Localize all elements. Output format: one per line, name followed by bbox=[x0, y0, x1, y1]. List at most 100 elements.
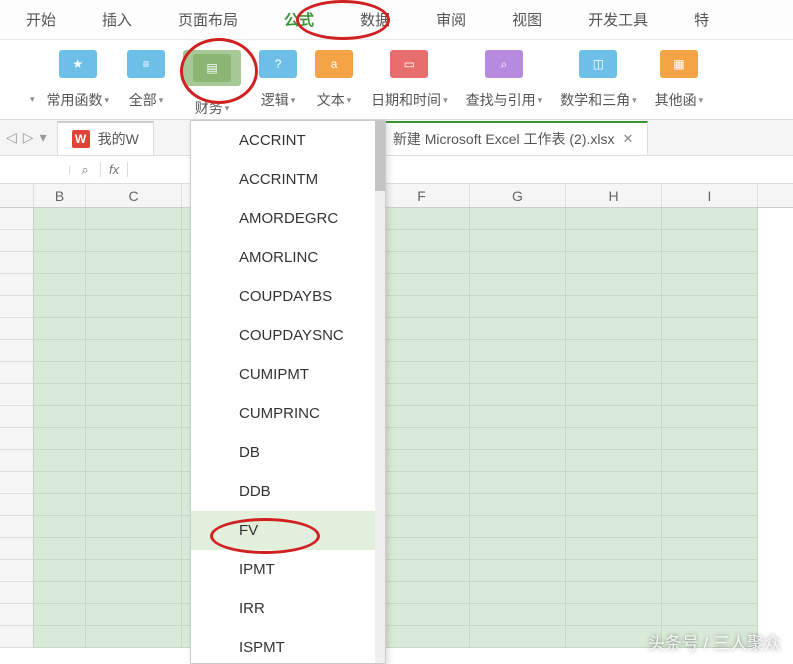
cell[interactable] bbox=[34, 274, 86, 296]
cell[interactable] bbox=[662, 450, 758, 472]
cell[interactable] bbox=[470, 516, 566, 538]
cell[interactable] bbox=[374, 208, 470, 230]
cell[interactable] bbox=[374, 604, 470, 626]
cell[interactable] bbox=[374, 516, 470, 538]
ribbon-group-1[interactable]: ≡全部 ▾ bbox=[127, 50, 165, 118]
menu-item-2[interactable]: 页面布局 bbox=[172, 1, 244, 38]
cell[interactable] bbox=[470, 604, 566, 626]
cell[interactable] bbox=[566, 230, 662, 252]
cell[interactable] bbox=[566, 538, 662, 560]
cell[interactable] bbox=[86, 450, 182, 472]
cell[interactable] bbox=[470, 208, 566, 230]
cell[interactable] bbox=[34, 538, 86, 560]
cell[interactable] bbox=[34, 604, 86, 626]
cell[interactable] bbox=[86, 318, 182, 340]
cell[interactable] bbox=[662, 516, 758, 538]
workbook-tab-1[interactable]: W 我的W bbox=[57, 121, 154, 155]
row-header[interactable] bbox=[0, 208, 34, 230]
cell[interactable] bbox=[86, 384, 182, 406]
cell[interactable] bbox=[566, 252, 662, 274]
select-all-corner[interactable] bbox=[0, 184, 34, 207]
dropdown-item-accrint[interactable]: ACCRINT bbox=[191, 121, 385, 160]
zoom-icon[interactable]: ⌕ bbox=[70, 162, 100, 178]
cell[interactable] bbox=[34, 560, 86, 582]
cell[interactable] bbox=[662, 362, 758, 384]
cell[interactable] bbox=[86, 252, 182, 274]
cell[interactable] bbox=[662, 604, 758, 626]
cell[interactable] bbox=[374, 296, 470, 318]
dropdown-item-ispmt[interactable]: ISPMT bbox=[191, 628, 385, 664]
cell[interactable] bbox=[470, 406, 566, 428]
menu-item-6[interactable]: 视图 bbox=[506, 1, 548, 38]
row-header[interactable] bbox=[0, 406, 34, 428]
column-header-G[interactable]: G bbox=[470, 184, 566, 207]
cell[interactable] bbox=[566, 560, 662, 582]
cell[interactable] bbox=[86, 516, 182, 538]
dropdown-item-cumipmt[interactable]: CUMIPMT bbox=[191, 355, 385, 394]
column-header-C[interactable]: C bbox=[86, 184, 182, 207]
menu-item-1[interactable]: 插入 bbox=[96, 1, 138, 38]
dropdown-item-ddb[interactable]: DDB bbox=[191, 472, 385, 511]
cell[interactable] bbox=[566, 274, 662, 296]
row-header[interactable] bbox=[0, 340, 34, 362]
cell[interactable] bbox=[566, 450, 662, 472]
cell[interactable] bbox=[470, 582, 566, 604]
dropdown-item-amordegrc[interactable]: AMORDEGRC bbox=[191, 199, 385, 238]
cell[interactable] bbox=[662, 230, 758, 252]
cell[interactable] bbox=[662, 560, 758, 582]
cell[interactable] bbox=[470, 472, 566, 494]
ribbon-group-6[interactable]: ⌕查找与引用 ▾ bbox=[466, 50, 543, 118]
cell[interactable] bbox=[86, 494, 182, 516]
row-header[interactable] bbox=[0, 450, 34, 472]
column-header-B[interactable]: B bbox=[34, 184, 86, 207]
cell[interactable] bbox=[662, 538, 758, 560]
row-header[interactable] bbox=[0, 384, 34, 406]
dropdown-item-coupdaysnc[interactable]: COUPDAYSNC bbox=[191, 316, 385, 355]
column-header-H[interactable]: H bbox=[566, 184, 662, 207]
cell[interactable] bbox=[566, 318, 662, 340]
cell[interactable] bbox=[470, 538, 566, 560]
cell[interactable] bbox=[470, 428, 566, 450]
cell[interactable] bbox=[470, 384, 566, 406]
workbook-nav[interactable]: ◁ ▷ ▾ bbox=[6, 129, 57, 146]
cell[interactable] bbox=[374, 538, 470, 560]
row-header[interactable] bbox=[0, 318, 34, 340]
cell[interactable] bbox=[470, 296, 566, 318]
cell[interactable] bbox=[566, 604, 662, 626]
cell[interactable] bbox=[662, 582, 758, 604]
cell[interactable] bbox=[470, 362, 566, 384]
cell[interactable] bbox=[566, 296, 662, 318]
cell[interactable] bbox=[86, 538, 182, 560]
cell[interactable] bbox=[374, 560, 470, 582]
cell[interactable] bbox=[86, 230, 182, 252]
column-header-I[interactable]: I bbox=[662, 184, 758, 207]
cell[interactable] bbox=[374, 428, 470, 450]
ribbon-group-7[interactable]: ◫数学和三角 ▾ bbox=[560, 50, 637, 118]
cell[interactable] bbox=[86, 604, 182, 626]
cell[interactable] bbox=[470, 450, 566, 472]
menu-item-4[interactable]: 数据 bbox=[354, 1, 396, 38]
cell[interactable] bbox=[86, 560, 182, 582]
cell[interactable] bbox=[470, 560, 566, 582]
cell[interactable] bbox=[34, 318, 86, 340]
nav-prev-icon[interactable]: ◁ bbox=[6, 129, 17, 146]
row-header[interactable] bbox=[0, 494, 34, 516]
row-header[interactable] bbox=[0, 230, 34, 252]
cell[interactable] bbox=[86, 472, 182, 494]
cell[interactable] bbox=[86, 406, 182, 428]
cell[interactable] bbox=[374, 384, 470, 406]
cell[interactable] bbox=[662, 428, 758, 450]
cell[interactable] bbox=[34, 494, 86, 516]
row-header[interactable] bbox=[0, 428, 34, 450]
cell[interactable] bbox=[470, 626, 566, 648]
cell[interactable] bbox=[374, 274, 470, 296]
cell[interactable] bbox=[662, 406, 758, 428]
cell[interactable] bbox=[662, 208, 758, 230]
dropdown-item-amorlinc[interactable]: AMORLINC bbox=[191, 238, 385, 277]
cell[interactable] bbox=[470, 230, 566, 252]
cell[interactable] bbox=[374, 252, 470, 274]
cell[interactable] bbox=[566, 516, 662, 538]
dropdown-scrollbar[interactable] bbox=[375, 121, 385, 663]
cell[interactable] bbox=[34, 252, 86, 274]
row-header[interactable] bbox=[0, 252, 34, 274]
